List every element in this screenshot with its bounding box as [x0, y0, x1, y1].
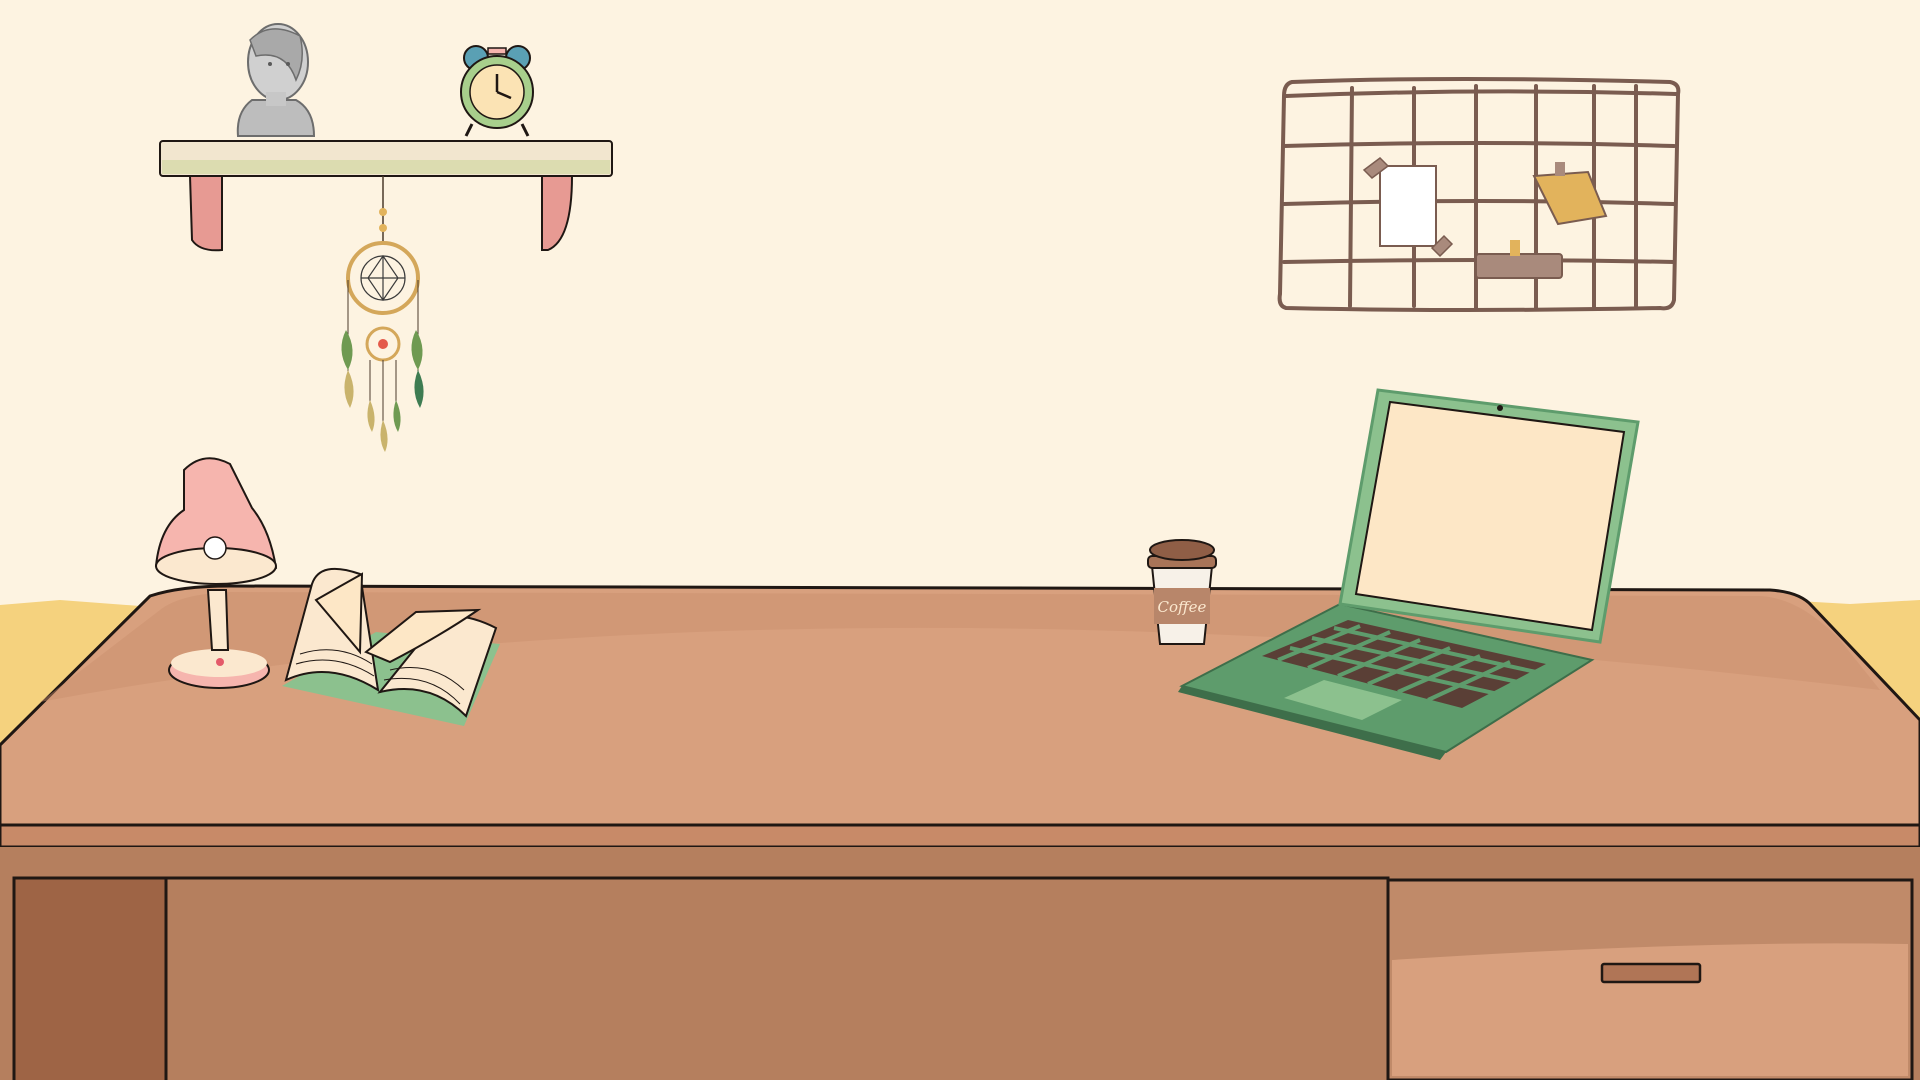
drawer-handle[interactable]: [1600, 962, 1702, 984]
shelf-bracket-left: [188, 175, 223, 252]
study-desk-scene: Coffee: [0, 0, 1920, 1080]
laptop-screen: [1354, 400, 1626, 632]
desk-center-panel: [164, 876, 1390, 1080]
desk-front-edge: [0, 823, 1920, 849]
desk-left-leg: [12, 876, 168, 1080]
desk: [0, 584, 1920, 1080]
coffee-cup-label: Coffee: [1158, 598, 1207, 616]
coffee-cup: Coffee: [1147, 539, 1217, 645]
